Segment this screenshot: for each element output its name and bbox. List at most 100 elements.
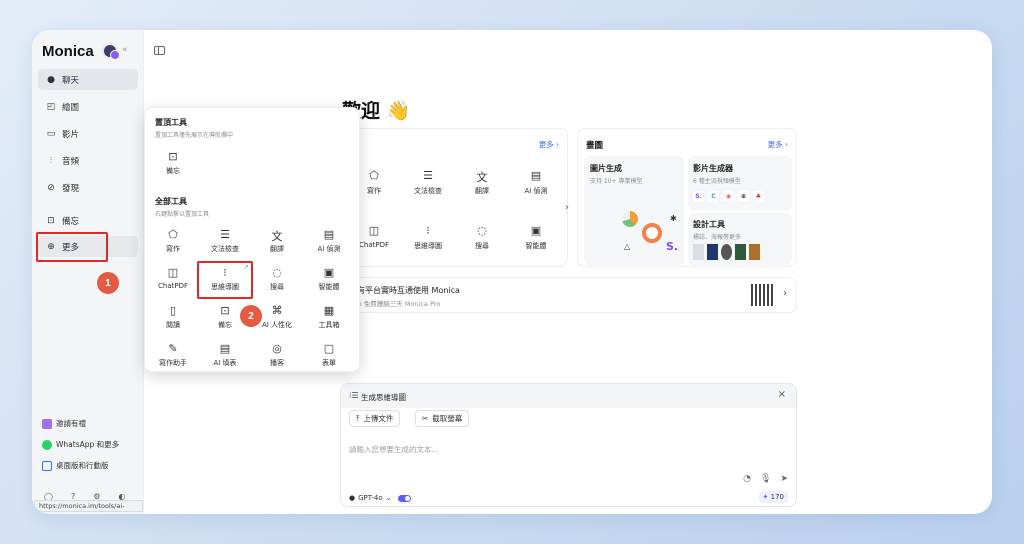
lightning-icon: ✦ — [762, 493, 769, 501]
sidebar-item-video[interactable]: ▭ 影片 — [38, 123, 138, 144]
chat-header — [341, 384, 796, 408]
screenshot-label: 截取螢幕 — [432, 414, 463, 423]
sidebar-item-memo[interactable]: ⊡ 備忘 — [38, 210, 138, 231]
model-logo-icon: ⊕ — [738, 191, 749, 202]
upload-file-button[interactable]: ⤒ 上傳文件 — [349, 410, 401, 427]
sidebar-item-label: 聊天 — [62, 75, 80, 86]
monica-logo-icon: S. — [693, 191, 704, 202]
send-icon[interactable]: ➤ — [780, 474, 788, 484]
sidebar-item-label: 影片 — [62, 129, 80, 140]
credits-value: 170 — [770, 493, 784, 501]
microphone-icon[interactable]: 🎙 — [760, 474, 771, 484]
sidebar-toggle-icon[interactable] — [154, 46, 165, 55]
tool-label: 寫作 — [367, 187, 381, 195]
popup-tool-ai-detect[interactable]: ▤ AI 偵測 — [303, 228, 355, 254]
design-thumbnails — [693, 244, 760, 260]
status-url: https://monica.im/tools/ai-mind-map-make… — [34, 500, 143, 514]
sync-banner[interactable]: 所有平台實時互通使用 Monica App 免費體驗三天 Monica Pro … — [342, 277, 797, 313]
web-search-toggle[interactable] — [397, 494, 411, 502]
tool-mindmap[interactable]: ⁝ 思維導圖 — [398, 224, 458, 251]
step-badge-1: 1 — [97, 272, 119, 294]
popup-tool-writing-assistant[interactable]: ✎ 寫作助手 — [147, 342, 199, 368]
sidebar-item-audio[interactable]: ⫶ 音頻 — [38, 150, 138, 171]
popup-tool-translate[interactable]: 文翻譯 — [251, 228, 303, 254]
popup-tool-grammar[interactable]: ☰ 文法檢查 — [199, 228, 251, 254]
tool-label: 表單 — [322, 359, 336, 367]
banner-title: 所有平台實時互通使用 Monica — [349, 286, 460, 295]
book-icon: ▯ — [169, 304, 177, 317]
model-selector[interactable]: ● GPT-4o ⌄ — [349, 494, 411, 502]
thumbnail-image — [707, 244, 718, 260]
thumbnail-image — [749, 244, 760, 260]
external-link-icon: ↗ — [243, 263, 249, 271]
model-logo-icon: ♣ — [753, 191, 764, 202]
history-icon[interactable]: ◔ — [743, 474, 751, 484]
video-gen-card[interactable]: 影片生成器 6 種主流視頻模型 S. C ◉ ⊕ ♣ — [688, 156, 792, 210]
tools-card: 具 更多 › ⬠寫作 ☰文法檢查 文翻譯 ▤AI 偵測 ◫ChatPDF ⁝思維… — [342, 128, 569, 267]
document-icon: ▢ — [323, 342, 335, 355]
openai-icon: ✱ — [670, 214, 677, 223]
upload-icon: ⤒ — [356, 413, 360, 423]
tool-translate[interactable]: 文翻譯 — [452, 169, 512, 196]
tool-label: 工具箱 — [318, 321, 340, 329]
tool-label: ChatPDF — [158, 282, 188, 290]
image-gen-card[interactable]: 圖片生成 支持 10+ 專業模型 S. △ ✱ — [584, 156, 684, 265]
write-icon: ⬠ — [168, 228, 178, 241]
popup-tool-toolbox[interactable]: ▦ 工具箱 — [303, 304, 355, 330]
apps-link[interactable]: 桌面版和行動版 — [42, 460, 109, 471]
mindmap-icon: ⁝☰ — [349, 391, 359, 400]
chevron-right-icon[interactable]: › — [783, 288, 787, 299]
devices-icon — [42, 460, 52, 471]
image-gen-desc: 支持 10+ 專業模型 — [590, 178, 643, 185]
tool-agent[interactable]: ▣ 智能體 — [506, 224, 566, 251]
close-icon[interactable]: × — [778, 389, 786, 400]
popup-tool-ai-form[interactable]: ▤ AI 填表 — [199, 342, 251, 368]
chevron-right-icon[interactable]: › — [565, 202, 569, 213]
video-icon: ▭ — [46, 128, 56, 139]
invite-link[interactable]: 邀請有禮 — [42, 418, 86, 429]
tool-label: 備忘 — [218, 321, 232, 329]
whatsapp-link[interactable]: WhatsApp 和更多 — [42, 439, 119, 450]
audio-wave-icon: ⫶ — [49, 155, 53, 166]
tool-label: 寫作助手 — [159, 359, 187, 367]
whatsapp-icon — [42, 439, 52, 450]
robot-icon: ▣ — [530, 224, 542, 237]
grammar-icon: ☰ — [220, 228, 230, 241]
art-more-link[interactable]: 更多 › — [768, 139, 788, 150]
screenshot-button[interactable]: ✂ 截取螢幕 — [415, 410, 470, 427]
sidebar-item-chat[interactable]: ● 聊天 — [38, 69, 138, 90]
podcast-icon: ◎ — [272, 342, 282, 355]
tool-label: 搜尋 — [475, 242, 489, 250]
popup-tool-podcast[interactable]: ◎ 播客 — [251, 342, 303, 368]
sidebar-item-draw[interactable]: ◰ 繪圖 — [38, 96, 138, 117]
sidebar-item-discover[interactable]: ⊘ 發現 — [38, 177, 138, 198]
tool-ai-detect[interactable]: ▤ AI 偵測 — [506, 169, 566, 196]
tool-search[interactable]: ◌ 搜尋 — [452, 224, 512, 251]
user-avatar[interactable] — [102, 43, 120, 60]
pinned-tool-memo[interactable]: ⊡ 備忘 — [147, 150, 199, 176]
gift-icon — [42, 418, 52, 429]
popup-tool-chatpdf[interactable]: ◫ ChatPDF — [147, 266, 199, 290]
sidebar-item-label: 發現 — [62, 183, 80, 194]
design-tools-card[interactable]: 設計工具 標誌、海報等更多 — [688, 213, 792, 265]
popup-tool-agent[interactable]: ▣ 智能體 — [303, 266, 355, 292]
toolbox-icon: ▦ — [323, 304, 335, 317]
popup-tool-search[interactable]: ◌ 搜尋 — [251, 266, 303, 292]
popup-tool-write[interactable]: ⬠ 寫作 — [147, 228, 199, 254]
model-icon: ● — [349, 494, 356, 502]
credits-badge[interactable]: ✦ 170 — [758, 491, 788, 503]
ai-detect-icon: ▤ — [323, 228, 335, 241]
form-fill-icon: ▤ — [219, 342, 231, 355]
art-card-title: 畫圖 — [586, 141, 604, 151]
popup-tool-read[interactable]: ▯ 閱讀 — [147, 304, 199, 330]
chevron-double-icon[interactable]: « — [122, 45, 128, 55]
chat-composer: ⁝☰ 生成思維導圖 × ⤒ 上傳文件 ✂ 截取螢幕 請輸入您想要生成的文本...… — [340, 383, 797, 507]
tool-label: 文法檢查 — [211, 245, 239, 253]
sidebar-item-label: 音頻 — [62, 156, 80, 167]
tool-grammar[interactable]: ☰ 文法檢查 — [398, 169, 458, 196]
tool-label: 備忘 — [166, 167, 180, 175]
tools-more-link[interactable]: 更多 › — [539, 139, 559, 150]
tool-label: 翻譯 — [475, 187, 489, 195]
chat-input[interactable]: 請輸入您想要生成的文本... — [349, 444, 439, 455]
popup-tool-forms[interactable]: ▢ 表單 — [303, 342, 355, 368]
